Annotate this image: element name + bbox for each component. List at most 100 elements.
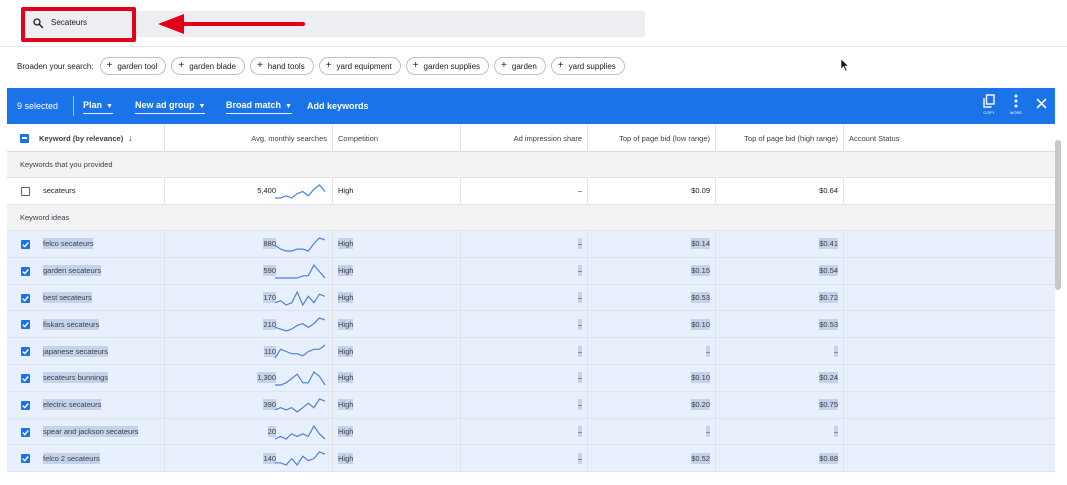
competition-cell: High — [332, 418, 460, 445]
ad-group-dropdown[interactable]: New ad group ▼ — [135, 100, 206, 114]
bid-high-cell-text: $0.75 — [819, 399, 838, 411]
bid-high-cell-text: $0.64 — [819, 186, 838, 196]
broaden-chip-label: hand tools — [267, 61, 305, 71]
account-status-cell — [843, 418, 1055, 445]
account-status-cell — [843, 365, 1055, 391]
more-label: MORE — [1010, 110, 1022, 115]
broaden-chip-label: garden blade — [189, 61, 236, 71]
bid-low-cell-text: $0.52 — [691, 452, 710, 464]
mouse-cursor-icon — [840, 58, 850, 72]
trend-line — [274, 424, 326, 440]
keyword-cell-text: garden secateurs — [43, 265, 101, 277]
broaden-chip[interactable]: + garden supplies — [405, 57, 490, 75]
header-ad-share[interactable]: Ad impression share — [460, 124, 587, 152]
bid-low-cell-text: $0.09 — [691, 186, 710, 196]
group-provided: Keywords that you provided — [7, 152, 1055, 178]
table-row[interactable]: felco secateurs 880 High – $0.14 $0.41 — [7, 231, 1055, 258]
plan-label: Plan — [83, 100, 103, 110]
header-avg-searches[interactable]: Avg. monthly searches — [164, 124, 332, 152]
broaden-chip-label: yard equipment — [336, 61, 392, 71]
header-bid-high[interactable]: Top of page bid (high range) — [715, 124, 843, 152]
ad-share-cell: – — [460, 338, 587, 364]
ad-share-cell: – — [460, 391, 587, 418]
keyword-cell: electric secateurs — [7, 392, 164, 418]
broaden-chip[interactable]: + garden tool — [99, 57, 167, 75]
more-button[interactable]: MORE — [1006, 94, 1026, 115]
plan-dropdown[interactable]: Plan ▼ — [83, 100, 113, 114]
table-row[interactable]: best secateurs 170 High – $0.53 $0.72 — [7, 284, 1055, 312]
plus-icon: + — [256, 60, 263, 71]
header-account-status[interactable]: Account Status — [843, 124, 1055, 152]
bid-high-cell-text: $0.24 — [819, 372, 838, 384]
bid-low-cell: $0.10 — [587, 365, 715, 391]
broaden-chip[interactable]: + hand tools — [249, 57, 314, 75]
header-keyword[interactable]: Keyword (by relevance) ↓ — [7, 124, 164, 152]
trend-sparkline — [275, 184, 326, 199]
caret-down-icon: ▼ — [106, 103, 113, 110]
plus-icon: + — [501, 60, 507, 71]
broaden-chip[interactable]: + garden blade — [171, 57, 245, 75]
table-row[interactable]: secateurs 5,400 High – $0.09 $0.64 — [7, 178, 1055, 205]
keyword-cell-text: fiskars secateurs — [43, 318, 100, 330]
keyword-cell: felco secateurs — [7, 231, 164, 257]
competition-cell: High — [332, 338, 460, 364]
account-status-cell — [843, 231, 1055, 257]
table-row[interactable]: secateurs bunnings 1,300 High – $0.10 $0.24 — [7, 365, 1055, 392]
trend-line — [274, 290, 326, 306]
header-competition[interactable]: Competition — [332, 124, 460, 152]
bid-low-cell: $0.15 — [587, 257, 715, 284]
ad-share-cell: – — [460, 445, 587, 472]
trend-sparkline — [275, 451, 326, 467]
keyword-cell-text: japanese secateurs — [43, 345, 109, 357]
broaden-chip-label: garden — [511, 61, 537, 71]
competition-cell: High — [332, 178, 460, 204]
ad-share-cell-text: – — [577, 265, 582, 277]
bid-high-cell: $0.24 — [715, 365, 843, 391]
bid-high-cell-text: $0.54 — [819, 265, 838, 277]
bid-high-cell: – — [715, 338, 843, 364]
bid-high-cell-text: $0.88 — [819, 452, 838, 464]
table-row[interactable]: spear and jackson secateurs 20 High – – – — [7, 418, 1055, 446]
bid-low-cell: $0.09 — [587, 178, 715, 204]
table-row[interactable]: japanese secateurs 110 High – – – — [7, 338, 1055, 365]
close-icon[interactable] — [1036, 98, 1047, 109]
trend-sparkline — [274, 424, 326, 440]
broaden-chip[interactable]: + yard equipment — [318, 57, 401, 75]
competition-cell-text: High — [338, 372, 354, 384]
keyword-cell: secateurs bunnings — [7, 365, 164, 391]
keyword-cell: felco 2 secateurs — [7, 445, 164, 471]
table-row[interactable]: felco 2 secateurs 140 High – $0.52 $0.88 — [7, 445, 1055, 473]
broaden-chip[interactable]: + garden — [494, 57, 546, 75]
copy-button[interactable]: COPY — [979, 94, 999, 115]
ad-share-cell: – — [460, 311, 587, 338]
bid-low-cell: $0.52 — [587, 445, 715, 472]
match-type-dropdown[interactable]: Broad match ▼ — [226, 100, 292, 114]
bid-high-cell-text: – — [833, 345, 838, 357]
select-all-checkbox[interactable] — [20, 133, 29, 143]
competition-cell-text: High — [338, 345, 354, 357]
competition-cell: High — [332, 445, 460, 472]
broaden-chip[interactable]: + yard supplies — [550, 57, 625, 75]
ad-share-cell-text: – — [577, 291, 582, 303]
bid-high-cell-text: $0.72 — [819, 291, 838, 303]
keyword-cell-text: felco 2 secateurs — [43, 452, 100, 464]
ad-share-cell: – — [460, 257, 587, 284]
bid-low-cell-text: $0.15 — [691, 265, 710, 277]
account-status-cell — [843, 178, 1055, 204]
table-row[interactable]: fiskars secateurs 210 High – $0.10 $0.53 — [7, 311, 1055, 339]
header-bid-low[interactable]: Top of page bid (low range) — [587, 124, 715, 152]
table-row[interactable]: electric secateurs 390 High – $0.20 $0.75 — [7, 391, 1055, 419]
match-type-label: Broad match — [226, 100, 282, 110]
trend-line — [275, 263, 326, 279]
keyword-cell: japanese secateurs — [7, 338, 164, 364]
trend-line — [275, 184, 326, 199]
add-keywords-button[interactable]: Add keywords — [307, 101, 369, 111]
table-row[interactable]: garden secateurs 590 High – $0.15 $0.54 — [7, 257, 1055, 285]
plus-icon: + — [106, 60, 113, 71]
scrollbar[interactable] — [1055, 140, 1061, 290]
divider — [73, 96, 74, 116]
ad-share-cell-text: – — [577, 399, 582, 411]
trend-line — [274, 237, 326, 252]
trend-line — [274, 344, 326, 359]
caret-down-icon: ▼ — [285, 103, 292, 110]
